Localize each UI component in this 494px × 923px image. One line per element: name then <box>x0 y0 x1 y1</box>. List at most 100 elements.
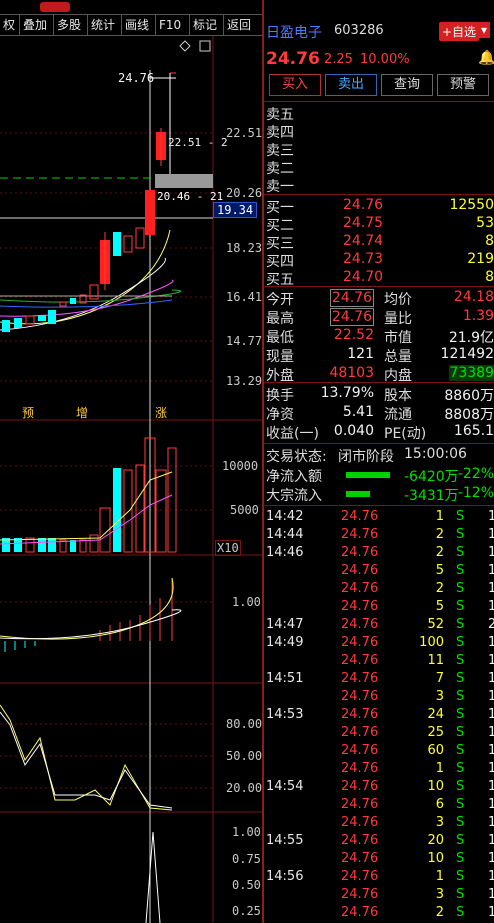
trade-side: S <box>456 581 465 596</box>
trade-row[interactable]: 14:44 24.76 2 S 1 <box>266 527 494 545</box>
trade-row[interactable]: 24.76 60 S 1 <box>266 743 494 761</box>
trade-row[interactable]: 24.76 6 S 1 <box>266 797 494 815</box>
trade-row[interactable]: 14:54 24.76 10 S 1 <box>266 779 494 797</box>
sell-level-row[interactable]: 卖三 <box>266 140 494 159</box>
trade-row[interactable]: 14:56 24.76 1 S 1 <box>266 869 494 887</box>
sell-level-row[interactable]: 卖四 <box>266 122 494 141</box>
toolbar-draw-button[interactable]: 画线 <box>122 15 156 35</box>
trade-price: 24.76 <box>341 671 379 686</box>
trade-row[interactable]: 14:49 24.76 100 S 1 <box>266 635 494 653</box>
toolbar-f10-button[interactable]: F10 <box>156 15 190 35</box>
buy-level-row[interactable]: 买三 24.74 8 <box>266 233 494 252</box>
toolbar-back-button[interactable]: 返回 <box>224 15 262 35</box>
buy-button[interactable]: 买入 <box>269 74 321 96</box>
bell-icon[interactable]: 🔔 <box>478 50 494 66</box>
trade-price: 24.76 <box>341 599 379 614</box>
buy-level-price: 24.74 <box>343 233 384 249</box>
trade-row[interactable]: 14:55 24.76 20 S 1 <box>266 833 494 851</box>
query-button[interactable]: 查询 <box>381 74 433 96</box>
buy-level-volume: 8 <box>485 269 494 285</box>
event-marker[interactable]: 增 <box>76 404 88 421</box>
trade-count: 1 <box>488 851 494 866</box>
price-change: 2.25 <box>324 52 353 67</box>
trade-row[interactable]: 24.76 3 S 1 <box>266 689 494 707</box>
buy-level-row[interactable]: 买一 24.76 12550 <box>266 197 494 216</box>
volume-tick: 5000 <box>230 503 259 517</box>
event-marker[interactable]: 预 <box>22 404 34 421</box>
toolbar-rights-button[interactable]: 权 <box>0 15 20 35</box>
trade-row[interactable]: 24.76 3 S 1 <box>266 815 494 833</box>
divider <box>264 382 494 383</box>
trade-time: 14:56 <box>266 869 304 884</box>
trade-row[interactable]: 14:53 24.76 24 S 1 <box>266 707 494 725</box>
kline-chart[interactable] <box>0 36 262 923</box>
sell-button[interactable]: 卖出 <box>325 74 377 96</box>
trade-row[interactable]: 24.76 11 S 1 <box>266 653 494 671</box>
trade-row[interactable]: 24.76 5 S 1 <box>266 599 494 617</box>
trade-count: 1 <box>488 635 494 650</box>
trade-count: 1 <box>488 581 494 596</box>
trade-side: S <box>456 509 465 524</box>
trade-count: 1 <box>488 545 494 560</box>
sell-level-row[interactable]: 卖一 <box>266 176 494 195</box>
trade-volume: 1 <box>435 761 444 776</box>
sell-level-label: 卖五 <box>266 107 294 123</box>
stat-row: 最低 22.52 市值 21.9亿 <box>266 327 494 346</box>
trade-side: S <box>456 599 465 614</box>
trade-side: S <box>456 527 465 542</box>
trade-row[interactable]: 24.76 2 S 1 <box>266 905 494 923</box>
trade-side: S <box>456 617 465 632</box>
trade-row[interactable]: 24.76 25 S 1 <box>266 725 494 743</box>
divider <box>264 443 494 444</box>
buy-level-volume: 12550 <box>449 197 494 213</box>
event-marker[interactable]: 涨 <box>155 404 167 421</box>
stat-value: 21.9亿 <box>448 330 494 346</box>
trade-price: 24.76 <box>341 833 379 848</box>
buy-level-label: 买二 <box>266 218 294 234</box>
toolbar-multistock-button[interactable]: 多股 <box>54 15 88 35</box>
stat-value: 24.76 <box>329 289 374 307</box>
stat-label: 市值 <box>384 330 412 346</box>
add-watchlist-button[interactable]: +自选 <box>439 22 480 41</box>
stat-row: 换手 13.79% 股本 8860万 <box>266 385 494 404</box>
trade-volume: 5 <box>435 599 444 614</box>
trade-side: S <box>456 869 465 884</box>
trade-row[interactable]: 24.76 1 S 1 <box>266 761 494 779</box>
trade-price: 24.76 <box>341 653 379 668</box>
trade-time: 14:51 <box>266 671 304 686</box>
trade-volume: 25 <box>427 725 444 740</box>
current-price-tag: 19.34 <box>213 202 258 218</box>
alert-button[interactable]: 预警 <box>437 74 489 96</box>
trade-count: 1 <box>488 905 494 920</box>
sell-level-label: 卖三 <box>266 143 294 159</box>
stat-label: 净资 <box>266 407 294 423</box>
trade-price: 24.76 <box>341 815 379 830</box>
trade-row[interactable]: 24.76 2 S 1 <box>266 581 494 599</box>
toolbar-overlay-button[interactable]: 叠加 <box>20 15 54 35</box>
trade-row[interactable]: 14:51 24.76 7 S 1 <box>266 671 494 689</box>
dropdown-chevron-icon[interactable]: ▾ <box>478 22 491 38</box>
toolbar-stats-button[interactable]: 统计 <box>88 15 122 35</box>
toolbar-mark-button[interactable]: 标记 <box>190 15 224 35</box>
trade-count: 1 <box>488 869 494 884</box>
trade-row[interactable]: 24.76 10 S 1 <box>266 851 494 869</box>
trade-row[interactable]: 14:46 24.76 2 S 1 <box>266 545 494 563</box>
panel-splitter[interactable] <box>262 0 264 923</box>
trade-side: S <box>456 815 465 830</box>
trade-row[interactable]: 14:42 24.76 1 S 1 <box>266 509 494 527</box>
trade-time: 14:42 <box>266 509 304 524</box>
trade-count: 1 <box>488 653 494 668</box>
sell-level-row[interactable]: 卖五 <box>266 104 494 123</box>
trade-row[interactable]: 24.76 3 S 1 <box>266 887 494 905</box>
trade-side: S <box>456 653 465 668</box>
app-root: { "toolbar":{"items":["权","叠加","多股","统计"… <box>0 0 494 923</box>
sell-level-row[interactable]: 卖二 <box>266 158 494 177</box>
buy-level-row[interactable]: 买二 24.75 53 <box>266 215 494 234</box>
buy-level-row[interactable]: 买四 24.73 219 <box>266 251 494 270</box>
trade-row[interactable]: 24.76 5 S 1 <box>266 563 494 581</box>
stat-value: 8808万 <box>444 407 494 423</box>
trade-price: 24.76 <box>341 779 379 794</box>
trade-row[interactable]: 14:47 24.76 52 S 2 <box>266 617 494 635</box>
trade-volume: 3 <box>435 887 444 902</box>
buy-level-price: 24.76 <box>343 197 384 213</box>
